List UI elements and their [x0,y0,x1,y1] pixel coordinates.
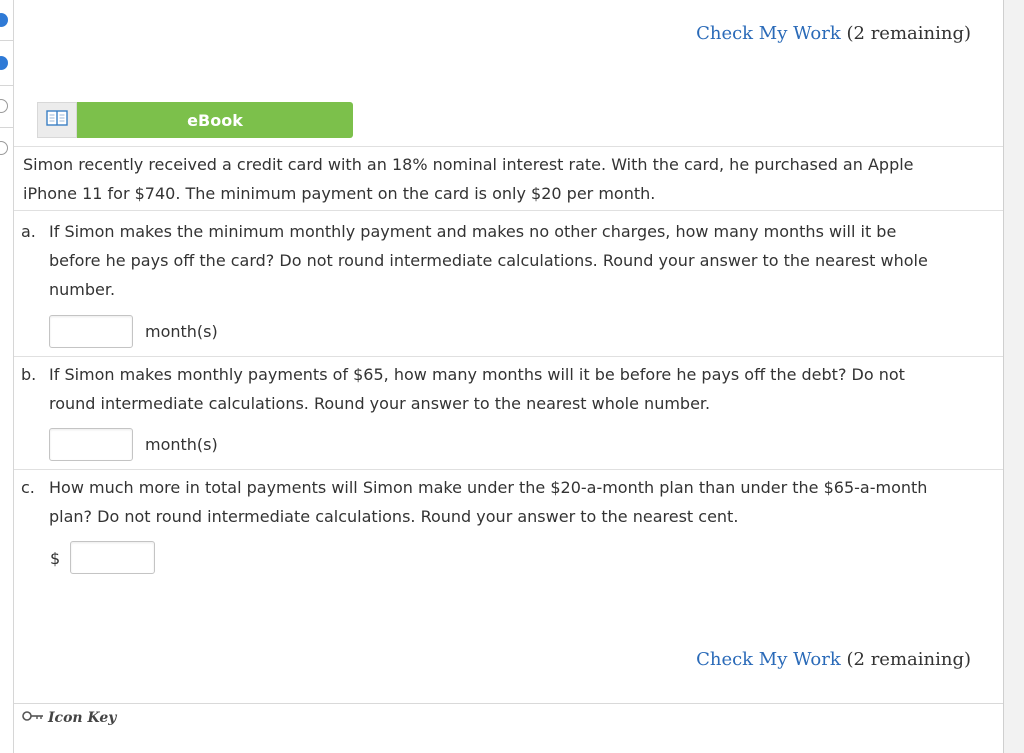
question-a-letter: a. [21,222,36,241]
currency-prefix: $ [50,549,61,568]
check-my-work-link[interactable]: Check My Work [696,23,841,44]
ebook-button[interactable]: eBook [37,102,353,138]
section-divider [14,469,1003,470]
problem-intro-line2: iPhone 11 for $740. The minimum payment … [23,184,656,203]
question-line: How much more in total payments will Sim… [49,478,928,497]
question-b-text: If Simon makes monthly payments of $65, … [49,360,994,418]
question-line: before he pays off the card? Do not roun… [49,251,928,270]
ebook-label[interactable]: eBook [77,102,353,138]
progress-dot-pending[interactable] [0,141,8,155]
rail-border [13,0,14,753]
footer-divider [14,703,1003,704]
question-b-letter: b. [21,365,37,384]
section-divider [14,356,1003,357]
answer-c-input[interactable] [70,541,155,574]
question-line: number. [49,280,116,299]
question-line: If Simon makes the minimum monthly payme… [49,222,897,241]
check-my-work-bottom: Check My Work (2 remaining) [696,649,971,670]
progress-dot-completed[interactable] [0,56,8,70]
question-line: If Simon makes monthly payments of $65, … [49,365,905,384]
answer-b-unit: month(s) [145,435,218,454]
question-c-text: How much more in total payments will Sim… [49,473,994,531]
question-line: round intermediate calculations. Round y… [49,394,711,413]
rail-separator [0,40,13,41]
answer-b-input[interactable] [49,428,133,461]
section-divider [14,210,1003,211]
progress-dot-pending[interactable] [0,99,8,113]
question-c-letter: c. [21,478,35,497]
ebook-icon-box[interactable] [37,102,77,138]
book-icon [46,110,68,130]
answer-a-input[interactable] [49,315,133,348]
rail-separator [0,127,13,128]
progress-dot-completed[interactable] [0,13,8,27]
check-my-work-top: Check My Work (2 remaining) [696,23,971,44]
problem-intro-line1: Simon recently received a credit card wi… [23,155,914,174]
icon-key-label[interactable]: Icon Key [48,710,116,726]
check-my-work-link[interactable]: Check My Work [696,649,841,670]
key-icon [22,710,44,726]
remaining-count: (2 remaining) [846,23,972,44]
question-a-text: If Simon makes the minimum monthly payme… [49,217,994,304]
rail-separator [0,85,13,86]
question-progress-rail [0,0,14,753]
remaining-count: (2 remaining) [846,649,972,670]
scrollbar-track[interactable] [1004,0,1024,753]
icon-key-button[interactable]: Icon Key [22,710,116,726]
section-divider [14,146,1003,147]
question-line: plan? Do not round intermediate calculat… [49,507,739,526]
answer-a-unit: month(s) [145,322,218,341]
